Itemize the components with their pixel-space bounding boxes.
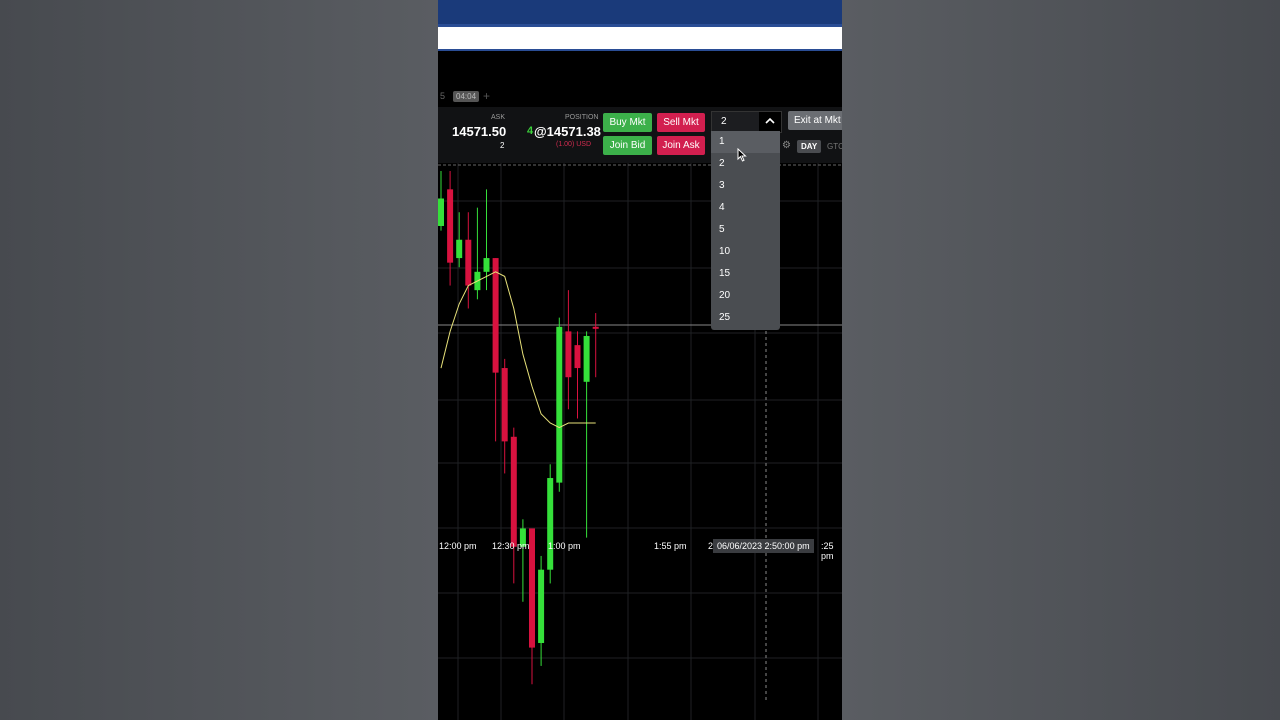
order-bar: ASK 14571.50 2 POSITION 4 @14571.38 (1.0… [438,107,842,163]
chart-tab-strip: 5 04:04 + [438,88,842,106]
candle-body [556,326,563,483]
candle-body [574,345,581,369]
mouse-cursor-icon [737,148,747,162]
quantity-select[interactable]: 2 [711,111,782,133]
moving-average-line [440,271,596,429]
candle-body [583,335,590,382]
crosshair-time-label: 06/06/2023 2:50:00 pm [713,539,814,553]
position-price: @14571.38 [534,124,601,139]
gtc-tif-button[interactable]: GTC [827,142,842,151]
join-ask-button[interactable]: Join Ask [657,136,705,155]
quantity-option[interactable]: 25 [711,307,780,329]
address-bar[interactable] [438,27,842,49]
join-bid-button[interactable]: Join Bid [603,136,652,155]
x-tick-label: 1:00 pm [548,541,581,551]
price-chart[interactable] [438,163,842,720]
candle-body [501,368,508,442]
candle-body [538,569,545,644]
buy-market-button[interactable]: Buy Mkt [603,113,652,132]
trading-app: 5 04:04 + ASK 14571.50 2 POSITION 4 @145… [438,0,842,720]
quantity-option[interactable]: 3 [711,175,780,197]
ask-price: 14571.50 [452,124,507,139]
ask-label: ASK [491,114,506,121]
candle-body [547,478,554,570]
candle-body [465,239,472,286]
left-background [0,0,438,720]
x-tick-label: 1:55 pm [654,541,687,551]
right-background [842,0,1280,720]
add-tab-icon[interactable]: + [483,89,490,103]
ask-size: 2 [500,141,505,150]
exit-at-market-button[interactable]: Exit at Mkt [788,111,842,130]
quantity-option[interactable]: 4 [711,197,780,219]
candle-body [438,198,444,226]
position-label: POSITION [565,114,599,121]
address-bar-line [438,49,842,51]
browser-top-bar [438,0,842,24]
x-tick-label: 12:00 pm [439,541,477,551]
quantity-option[interactable]: 10 [711,241,780,263]
chevron-up-icon[interactable] [759,112,781,132]
quantity-selected-value: 2 [721,116,727,127]
candle-body [447,189,454,263]
candle-body [592,326,599,329]
candle-body [492,258,499,373]
x-tick-label: 12:30 pm [492,541,530,551]
day-tif-button[interactable]: DAY [797,140,822,153]
candle-body [529,528,535,648]
quantity-option[interactable]: 20 [711,285,780,307]
candle-body [565,331,572,378]
candle-body [456,239,463,259]
position-quantity: 4 [527,125,534,137]
gear-icon[interactable]: ⚙ [782,140,791,151]
quantity-option[interactable]: 15 [711,263,780,285]
position-pnl: (1.00) USD [556,141,592,148]
candle-body [510,436,517,547]
tab-label[interactable]: 5 [440,91,445,101]
quantity-option[interactable]: 5 [711,219,780,241]
sell-market-button[interactable]: Sell Mkt [657,113,705,132]
candle-body [483,258,490,272]
tab-time-badge: 04:04 [453,91,480,102]
x-tick-label: :25 pm [821,541,834,561]
